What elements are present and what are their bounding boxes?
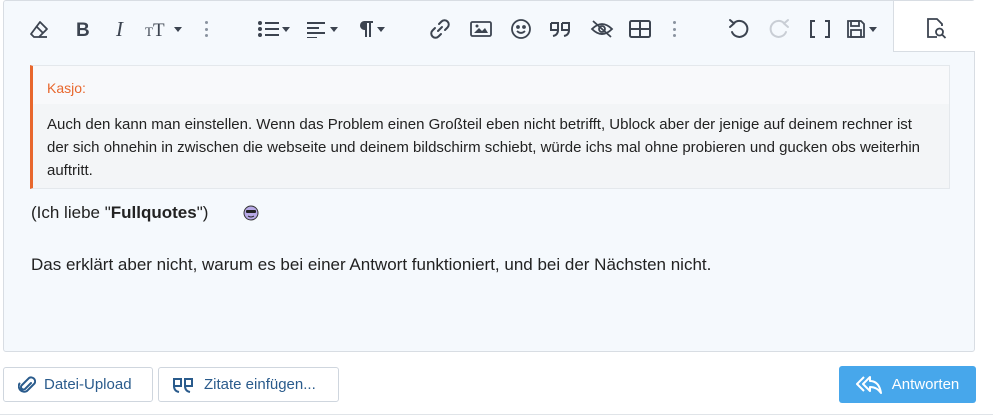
italic-icon[interactable]: I <box>109 15 135 43</box>
image-icon[interactable] <box>467 15 495 43</box>
chevron-down-icon <box>376 26 385 32</box>
paperclip-icon <box>18 375 36 393</box>
file-upload-label: Datei-Upload <box>44 376 132 393</box>
spoiler-icon[interactable] <box>587 15 617 43</box>
bold-icon[interactable]: B <box>70 15 96 43</box>
svg-text:I: I <box>115 20 124 38</box>
quote-icon[interactable] <box>546 15 576 43</box>
redo-icon[interactable] <box>765 15 793 43</box>
quote-block: Kasjo: Auch den kann man einstellen. Wen… <box>30 65 950 189</box>
post-line-2: Das erklärt aber nicht, warum es bei ein… <box>31 255 712 274</box>
svg-text:B: B <box>76 20 90 38</box>
reply-button[interactable]: Antworten <box>839 366 976 403</box>
table-icon[interactable] <box>626 15 654 43</box>
svg-text:T: T <box>145 24 153 38</box>
reply-label: Antworten <box>891 376 960 393</box>
chevron-down-icon <box>173 26 182 32</box>
chevron-down-icon <box>329 26 338 32</box>
insert-quotes-label: Zitate einfügen... <box>204 376 316 393</box>
post-line-1-suffix: ") <box>196 203 209 222</box>
quote-header <box>33 66 949 104</box>
save-icon[interactable] <box>842 15 880 43</box>
quote-author[interactable]: Kasjo: <box>47 80 86 96</box>
editor-content[interactable]: Kasjo: Auch den kann man einstellen. Wen… <box>4 57 974 351</box>
chevron-down-icon <box>281 26 290 32</box>
align-icon[interactable] <box>303 15 341 43</box>
more-icon[interactable] <box>205 21 208 37</box>
quote-icon <box>173 377 193 393</box>
divider <box>0 414 993 415</box>
editor-toolbar: B I TT <box>4 1 975 57</box>
text-size-icon[interactable]: TT <box>143 15 183 43</box>
chevron-down-icon <box>868 26 877 32</box>
svg-text:T: T <box>153 20 165 38</box>
reply-all-icon <box>855 375 882 394</box>
file-upload-button[interactable]: Datei-Upload <box>3 367 153 402</box>
cool-smiley-icon <box>243 205 259 221</box>
undo-icon[interactable] <box>725 15 753 43</box>
eraser-icon[interactable] <box>26 15 52 43</box>
rich-text-editor[interactable]: B I TT Kasjo: Auch den kann man einstell… <box>3 0 975 352</box>
quote-text: Auch den kann man einstellen. Wenn das P… <box>47 116 920 179</box>
more-icon[interactable] <box>673 21 676 37</box>
brackets-icon[interactable] <box>806 15 834 43</box>
list-icon[interactable] <box>254 15 292 43</box>
preview-icon <box>927 18 947 39</box>
post-line-1-bold: Fullquotes <box>110 203 197 222</box>
insert-quotes-button[interactable]: Zitate einfügen... <box>158 367 339 402</box>
preview-button[interactable] <box>893 1 975 52</box>
link-icon[interactable] <box>426 15 454 43</box>
paragraph-icon[interactable] <box>352 15 390 43</box>
post-line-1: (Ich liebe "Fullquotes") <box>31 203 208 223</box>
smiley-icon[interactable] <box>507 15 535 43</box>
post-line-1-prefix: (Ich liebe " <box>31 203 111 222</box>
